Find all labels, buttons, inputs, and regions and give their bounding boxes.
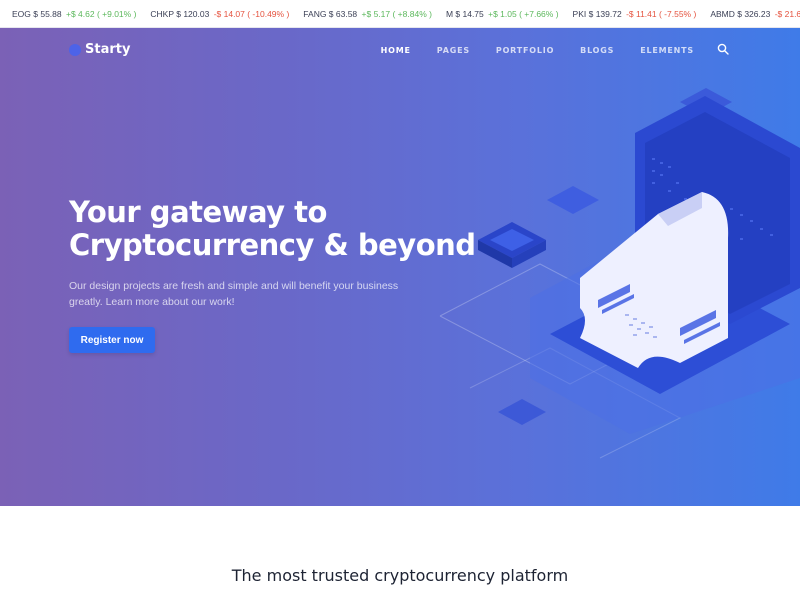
ticker-symbol-price: EOG $ 55.88 <box>12 9 62 19</box>
ticker-change: -$ 11.41 ( -7.55% ) <box>623 9 697 19</box>
hero-title-line2: Cryptocurrency & beyond <box>69 228 476 262</box>
hero-subtitle: Our design projects are fresh and simple… <box>69 280 399 308</box>
ticker-symbol-price: FANG $ 63.58 <box>303 9 358 19</box>
ticker-symbol-price: CHKP $ 120.03 <box>150 9 210 19</box>
top-nav: Starty HOME PAGES PORTFOLIO BLOGS ELEMEN… <box>0 28 800 72</box>
register-now-button[interactable]: Register now <box>69 327 155 353</box>
ticker-change: -$ 14.07 ( -10.49% ) <box>211 9 290 19</box>
main-menu: HOME PAGES PORTFOLIO BLOGS ELEMENTS <box>381 28 730 72</box>
ticker-item: EOG $ 55.88 +$ 4.62 ( +9.01% ) <box>12 0 137 27</box>
logo-mark-icon <box>69 43 81 56</box>
trusted-section: The most trusted cryptocurrency platform <box>0 506 800 600</box>
hero-title: Your gateway to Cryptocurrency & beyond <box>69 196 476 262</box>
search-icon[interactable] <box>717 43 729 55</box>
ticker-item: CHKP $ 120.03 -$ 14.07 ( -10.49% ) <box>150 0 290 27</box>
section-title: The most trusted cryptocurrency platform <box>231 566 569 585</box>
ticker-item: M $ 14.75 +$ 1.05 ( +7.66% ) <box>445 0 559 27</box>
nav-item-blogs[interactable]: BLOGS <box>580 46 614 55</box>
hero-title-line1: Your gateway to <box>69 195 327 229</box>
hero-section: Starty HOME PAGES PORTFOLIO BLOGS ELEMEN… <box>0 28 800 506</box>
laptop-illustration <box>439 88 800 459</box>
ticker-change: +$ 4.62 ( +9.01% ) <box>63 9 137 19</box>
ticker-symbol-price: PKI $ 139.72 <box>572 9 622 19</box>
ticker-change: +$ 1.05 ( +7.66% ) <box>485 9 559 19</box>
ticker-change: +$ 5.17 ( +8.84% ) <box>359 9 432 19</box>
ticker-symbol-price: M $ 14.75 <box>445 9 484 19</box>
nav-item-pages[interactable]: PAGES <box>437 46 470 55</box>
logo[interactable]: Starty <box>69 42 130 57</box>
logo-text: Starty <box>85 42 131 57</box>
nav-item-portfolio[interactable]: PORTFOLIO <box>496 46 554 55</box>
nav-item-home[interactable]: HOME <box>381 46 411 55</box>
ticker-symbol-price: ABMD $ 326.23 <box>710 9 771 19</box>
ticker-item: FANG $ 63.58 +$ 5.17 ( +8.84% ) <box>303 0 432 27</box>
ticker-item: ABMD $ 326.23 -$ 21.61 ( -6.21% ) <box>710 0 800 27</box>
ticker-item: PKI $ 139.72 -$ 11.41 ( -7.55% ) <box>572 0 697 27</box>
nav-item-elements[interactable]: ELEMENTS <box>640 46 694 55</box>
ticker-change: -$ 21.61 ( -6.21% ) <box>774 9 800 19</box>
stock-ticker: EOG $ 55.88 +$ 4.62 ( +9.01% ) CHKP $ 120… <box>0 0 800 28</box>
